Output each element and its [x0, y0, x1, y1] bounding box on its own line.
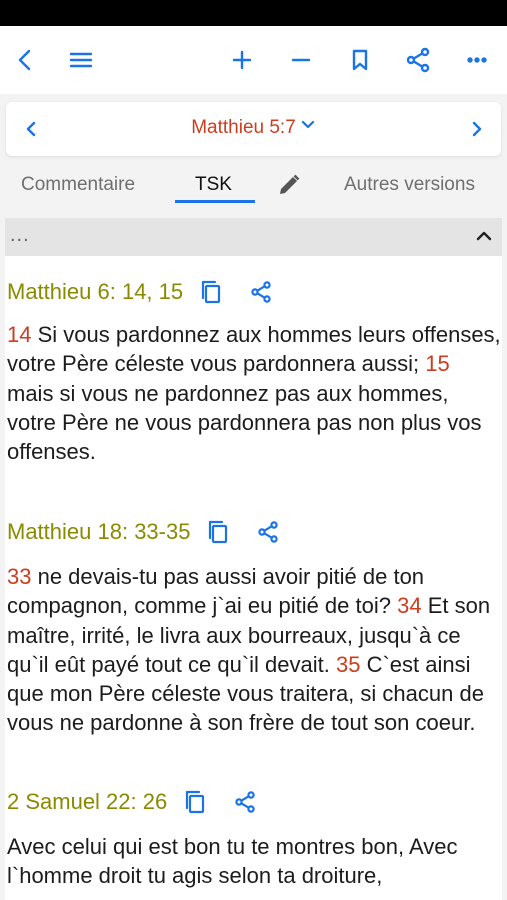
- copy-icon[interactable]: [197, 278, 225, 306]
- verse-text: Avec celui qui est bon tu te montres bon…: [7, 832, 502, 891]
- verse-navigation-card: Matthieu 5:7: [6, 102, 501, 156]
- active-tab-indicator: [175, 200, 255, 203]
- tab-tsk[interactable]: TSK: [195, 174, 232, 196]
- copy-icon[interactable]: [181, 788, 209, 816]
- tsk-content: ... Matthieu 6: 14, 15 14 Si vous pardon…: [5, 218, 502, 900]
- chevron-down-icon: [300, 115, 316, 137]
- bookmark-icon[interactable]: [346, 46, 374, 74]
- verse-segment: mais si vous ne pardonnez pas aux hommes…: [7, 380, 482, 465]
- verse-number: 34: [397, 593, 422, 619]
- reference-link[interactable]: Matthieu 6: 14, 15: [7, 279, 183, 305]
- reference-header: 2 Samuel 22: 26: [7, 786, 259, 818]
- collapse-bar-label: ...: [10, 224, 30, 246]
- verse-segment: Avec celui qui est bon tu te montres bon…: [7, 834, 458, 889]
- verse-segment: ne devais-tu pas aussi avoir pitié de to…: [7, 564, 425, 619]
- tab-bar: Commentaire TSK Autres versions: [0, 164, 507, 210]
- menu-icon[interactable]: [67, 46, 95, 74]
- reference-header: Matthieu 18: 33-35: [7, 516, 282, 548]
- tab-autres-versions[interactable]: Autres versions: [344, 174, 475, 196]
- more-icon[interactable]: [463, 46, 491, 74]
- tab-commentaire[interactable]: Commentaire: [21, 174, 135, 196]
- verse-number: 35: [335, 651, 361, 677]
- next-verse-icon[interactable]: [464, 116, 490, 142]
- verse-text: 14 Si vous pardonnez aux hommes leurs of…: [7, 320, 502, 466]
- verse-text: 33 ne devais-tu pas aussi avoir pitié de…: [7, 562, 502, 738]
- back-icon[interactable]: [12, 46, 40, 74]
- copy-icon[interactable]: [204, 518, 232, 546]
- status-bar: [0, 0, 507, 26]
- reference-link[interactable]: 2 Samuel 22: 26: [7, 789, 167, 815]
- verse-number: 15: [425, 351, 450, 377]
- verse-reference-label: Matthieu 5:7: [191, 117, 296, 138]
- share-icon[interactable]: [231, 788, 259, 816]
- reference-link[interactable]: Matthieu 18: 33-35: [7, 519, 190, 545]
- verse-reference-selector[interactable]: Matthieu 5:7: [6, 117, 501, 139]
- share-icon[interactable]: [404, 46, 432, 74]
- share-icon[interactable]: [254, 518, 282, 546]
- collapse-bar[interactable]: ...: [5, 218, 502, 256]
- top-toolbar: [0, 26, 507, 94]
- verse-number: 14: [7, 322, 32, 347]
- verse-number: 33: [7, 564, 32, 589]
- zoom-in-icon[interactable]: [228, 46, 256, 74]
- zoom-out-icon[interactable]: [287, 46, 315, 74]
- edit-pencil-icon[interactable]: [276, 172, 302, 204]
- chevron-up-icon[interactable]: [475, 228, 493, 249]
- share-icon[interactable]: [247, 278, 275, 306]
- reference-header: Matthieu 6: 14, 15: [7, 276, 275, 308]
